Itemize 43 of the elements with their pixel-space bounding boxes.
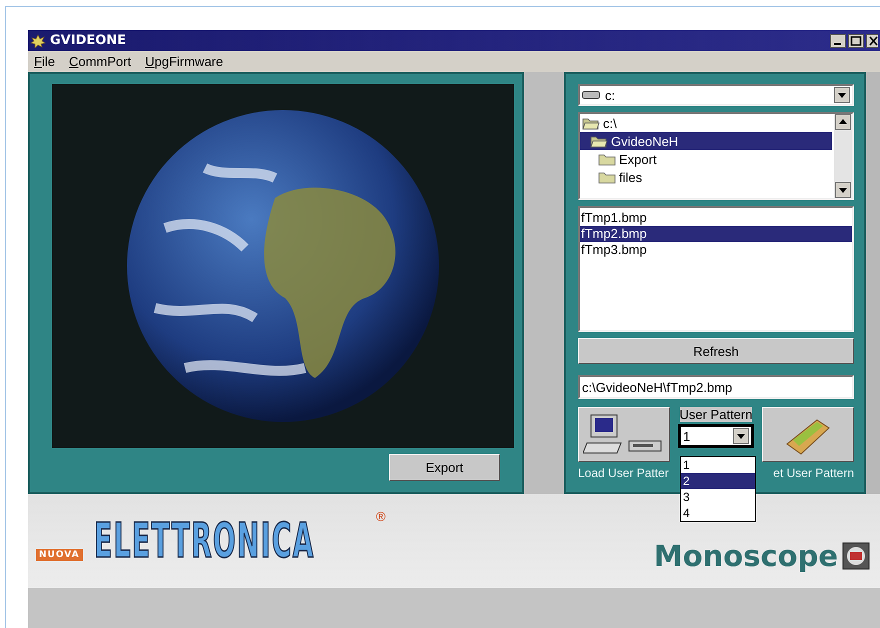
folder-item[interactable]: files [580,168,834,186]
filename-item[interactable]: fTmp2.bmp [580,226,852,242]
folder-item[interactable]: c:\ [580,114,834,132]
monoscope-icon [842,542,870,570]
scroll-up-icon[interactable] [835,114,851,130]
set-pattern-button[interactable] [762,407,854,462]
app-icon [30,34,46,48]
folder-icon [598,152,616,166]
drive-icon [582,90,600,100]
open-folder-icon [582,116,600,130]
close-icon[interactable] [866,34,878,48]
dropdown-option[interactable]: 1 [681,457,755,473]
load-pattern-button[interactable] [578,407,670,462]
folder-icon [598,170,616,184]
user-pattern-label: User Pattern [680,407,752,422]
window-title: GVIDEONE [50,33,126,48]
maximize-icon[interactable] [848,34,864,48]
logo-wordmark: ELETTRONICA [94,513,315,569]
button-caption: Load User Patter [578,466,669,480]
refresh-button[interactable]: Refresh [578,338,854,364]
minimize-icon[interactable] [830,34,846,48]
user-pattern-dropdown[interactable]: 1 [679,425,753,447]
scroll-down-icon[interactable] [834,87,850,103]
filename-item[interactable]: fTmp1.bmp [580,210,852,226]
menu-item[interactable]: CommPort [68,54,132,69]
product-name: Monoscope [654,539,838,573]
scroll-down-icon[interactable] [733,428,749,444]
dropdown-option[interactable]: 4 [681,505,755,521]
logo-tag: NUOVA [36,549,83,561]
folder-item[interactable]: GvideoNeH [580,132,832,150]
scroll-down-icon[interactable] [835,182,851,198]
filename-item[interactable]: fTmp3.bmp [580,242,852,258]
export-button[interactable]: Export [389,454,500,481]
registered-mark: ® [376,509,386,524]
dropdown-option[interactable]: 3 [681,489,755,505]
folder-item[interactable]: Export [580,150,834,168]
dropdown-option[interactable]: 2 [681,473,755,489]
path-field[interactable]: c:\GvideoNeH\fTmp2.bmp [578,375,854,399]
menu-item[interactable]: File [34,54,55,69]
button-caption: et User Pattern [773,466,854,480]
open-folder-icon [590,134,608,148]
menu-item[interactable]: UpgFirmware [145,54,224,69]
drive-dropdown[interactable]: c: [578,84,854,106]
